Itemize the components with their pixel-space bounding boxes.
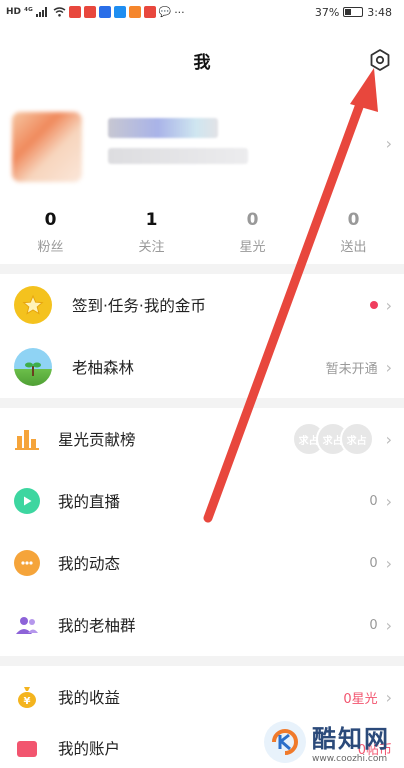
status-right: 37% 3:48 xyxy=(315,6,392,19)
unread-dot xyxy=(369,301,378,309)
money-bag-icon: ¥ xyxy=(14,684,40,710)
row-right: 0 › xyxy=(369,492,392,511)
row-right: 0 › xyxy=(369,616,392,635)
earnings-value: 0星光 xyxy=(343,691,378,707)
hexagon-settings-icon xyxy=(370,49,390,71)
app-notification-icon xyxy=(83,6,96,18)
chevron-right-icon: › xyxy=(385,687,392,707)
stat-value: 0 xyxy=(44,209,57,230)
count-text: 0 xyxy=(369,555,378,571)
watermark-name: 酷知网 xyxy=(312,725,390,753)
menu-item-my-live[interactable]: 我的直播 0 › xyxy=(0,470,404,532)
wifi-icon xyxy=(53,7,66,17)
watermark-logo-icon xyxy=(264,720,306,763)
row-right: › xyxy=(369,295,392,315)
menu-item-starlight-ranking[interactable]: 星光贡献榜 求占 求占 求占 › xyxy=(0,408,404,470)
stat-label: 关注 xyxy=(138,239,165,255)
profile-card[interactable]: › xyxy=(0,96,404,200)
header: 我 xyxy=(0,24,404,96)
watermark-url: www.coozhi.com xyxy=(312,754,388,764)
chevron-right-icon: › xyxy=(385,429,392,449)
row-right: 暂未开通 › xyxy=(326,358,392,377)
signal-icon xyxy=(35,7,47,17)
menu-item-forest[interactable]: 老柚森林 暂未开通 › xyxy=(0,336,404,398)
section-divider xyxy=(0,398,404,408)
forest-globe-icon xyxy=(14,348,52,386)
menu-item-label: 签到·任务·我的金币 xyxy=(72,297,206,315)
status-bar: HD ⁴ᴳ 💬 ··· 37% 3:48 xyxy=(0,0,404,24)
stat-following[interactable]: 1 关注 xyxy=(101,200,202,264)
battery-icon xyxy=(343,7,364,17)
app-notification-icon xyxy=(68,6,81,18)
section-divider xyxy=(0,264,404,274)
status-time: 3:48 xyxy=(367,5,392,19)
svg-text:¥: ¥ xyxy=(24,696,31,707)
app-notification-icon xyxy=(113,6,126,18)
watermark: 酷知网 www.coozhi.com xyxy=(264,719,390,764)
stat-value: 1 xyxy=(145,209,158,230)
play-icon xyxy=(14,488,40,514)
app-notification-icon xyxy=(98,6,111,18)
count-text: 0 xyxy=(369,493,378,509)
chevron-right-icon: › xyxy=(385,615,392,635)
chevron-right-icon: › xyxy=(385,357,392,377)
network-indicator: HD ⁴ᴳ xyxy=(6,7,33,17)
chat-bubble-icon: 💬 xyxy=(158,6,172,18)
app-notification-icon xyxy=(128,6,141,18)
status-left: HD ⁴ᴳ 💬 ··· xyxy=(6,6,185,19)
watermark-text: 酷知网 www.coozhi.com xyxy=(312,719,390,764)
chevron-right-icon: › xyxy=(385,491,392,511)
menu-item-label: 我的收益 xyxy=(58,689,121,707)
menu-item-my-posts[interactable]: 我的动态 0 › xyxy=(0,532,404,594)
page-title: 我 xyxy=(193,52,211,73)
username-blurred xyxy=(108,118,218,138)
row-right: 0星光 › xyxy=(343,688,392,707)
chat-dots-icon xyxy=(14,550,40,576)
avatar[interactable] xyxy=(12,112,82,182)
user-id-blurred xyxy=(108,148,248,164)
row-right: 0 › xyxy=(369,554,392,573)
menu-item-label: 我的直播 xyxy=(58,493,121,511)
row-right: 求占 求占 求占 › xyxy=(291,422,392,456)
stats-bar: 0 粉丝 1 关注 0 星光 0 送出 xyxy=(0,200,404,264)
chevron-right-icon: › xyxy=(385,134,392,153)
chevron-right-icon: › xyxy=(385,295,392,315)
stat-value: 0 xyxy=(347,209,360,230)
ranking-badge: 求占 xyxy=(339,422,374,456)
menu-item-checkin-tasks[interactable]: 签到·任务·我的金币 › xyxy=(0,274,404,336)
menu-item-label: 星光贡献榜 xyxy=(58,431,136,449)
battery-fill xyxy=(345,9,352,15)
menu-item-label: 老柚森林 xyxy=(72,359,135,377)
menu-item-label: 我的动态 xyxy=(58,555,121,573)
more-icon: ··· xyxy=(174,5,185,19)
battery-percent: 37% xyxy=(314,5,340,19)
stat-followers[interactable]: 0 粉丝 xyxy=(0,200,101,264)
menu-item-my-groups[interactable]: 我的老柚群 0 › xyxy=(0,594,404,656)
bar-chart-icon xyxy=(14,426,40,452)
settings-button[interactable] xyxy=(366,46,394,74)
ranking-badges: 求占 求占 求占 xyxy=(291,422,374,456)
section-divider xyxy=(0,656,404,666)
gold-coin-icon xyxy=(14,286,52,324)
status-text: 暂未开通 xyxy=(325,361,378,377)
stat-label: 送出 xyxy=(340,239,367,255)
stat-starlight[interactable]: 0 星光 xyxy=(202,200,303,264)
group-icon xyxy=(14,612,40,638)
chevron-right-icon: › xyxy=(385,553,392,573)
stat-sent[interactable]: 0 送出 xyxy=(303,200,404,264)
wallet-icon xyxy=(14,735,40,761)
stat-value: 0 xyxy=(246,209,259,230)
stat-label: 粉丝 xyxy=(37,239,64,255)
app-notification-icon xyxy=(143,6,156,18)
count-text: 0 xyxy=(369,617,378,633)
stat-label: 星光 xyxy=(239,239,266,255)
menu-item-label: 我的老柚群 xyxy=(58,617,136,635)
